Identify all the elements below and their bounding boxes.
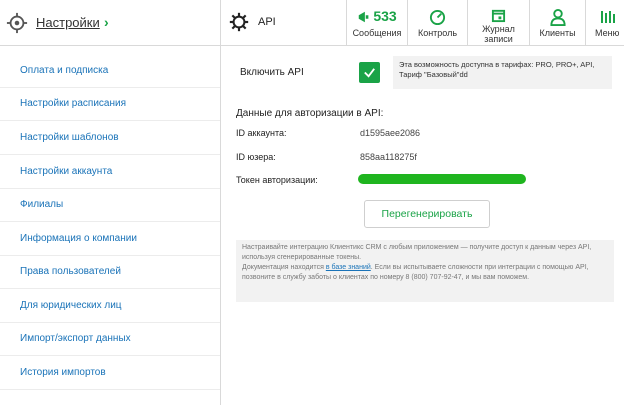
enable-api-checkbox[interactable] bbox=[359, 62, 380, 83]
chevron-right-icon: › bbox=[104, 14, 109, 30]
sidebar-item-legal-entities[interactable]: Для юридических лиц bbox=[0, 290, 220, 323]
nav-menu[interactable]: Меню bbox=[586, 0, 624, 46]
token-label: Токен авторизации: bbox=[236, 175, 318, 185]
sidebar-item-account[interactable]: Настройки аккаунта bbox=[0, 156, 220, 189]
megaphone-icon bbox=[359, 11, 369, 23]
sidebar-item-label[interactable]: Информация о компании bbox=[20, 233, 137, 244]
nav-messages[interactable]: 533 Сообщения bbox=[347, 0, 408, 46]
sidebar-item-templates[interactable]: Настройки шаблонов bbox=[0, 122, 220, 155]
nav-control-label: Контроль bbox=[417, 28, 458, 38]
user-icon bbox=[549, 9, 566, 26]
nav-control[interactable]: Контроль bbox=[408, 0, 468, 46]
sidebar-item-label[interactable]: Настройки расписания bbox=[20, 98, 126, 109]
nav-journal-label-1: Журнал bbox=[482, 24, 515, 34]
sidebar-item-schedule[interactable]: Настройки расписания bbox=[0, 88, 220, 121]
sidebar-item-import-export[interactable]: Импорт/экспорт данных bbox=[0, 323, 220, 356]
sidebar-item-label[interactable]: История импортов bbox=[20, 367, 106, 378]
api-settings-panel: Включить API Эта возможность доступна в … bbox=[222, 46, 624, 405]
info-text-1: Настраивайте интеграцию Клиентикс CRM с … bbox=[242, 244, 592, 261]
user-id-label: ID юзера: bbox=[236, 152, 276, 162]
sidebar-item-label[interactable]: Для юридических лиц bbox=[20, 300, 122, 311]
top-bar: Настройки › API 533 Сообщения Контроль Ж… bbox=[0, 0, 624, 46]
token-value-hidden[interactable] bbox=[358, 174, 526, 184]
availability-note: Эта возможность доступна в тарифах: PRO,… bbox=[393, 56, 612, 89]
sidebar-item-label[interactable]: Импорт/экспорт данных bbox=[20, 333, 131, 344]
sidebar-item-label[interactable]: Оплата и подписка bbox=[20, 65, 108, 76]
settings-sidebar: Оплата и подписка Настройки расписания Н… bbox=[0, 46, 221, 405]
nav-messages-label: Сообщения bbox=[352, 28, 402, 38]
menu-icon bbox=[601, 11, 615, 23]
nav-clients[interactable]: Клиенты bbox=[530, 0, 586, 46]
sidebar-item-branches[interactable]: Филиалы bbox=[0, 189, 220, 222]
sidebar-item-label[interactable]: Филиалы bbox=[20, 199, 63, 210]
enable-api-label: Включить API bbox=[240, 67, 304, 78]
section-title: API bbox=[258, 16, 276, 28]
nav-journal-label-2: записи bbox=[484, 34, 513, 44]
auth-heading: Данные для авторизации в API: bbox=[236, 108, 384, 119]
sidebar-item-payment[interactable]: Оплата и подписка bbox=[0, 55, 220, 88]
info-text-2: Документация находится в базе знаний. Ес… bbox=[242, 263, 608, 283]
regenerate-button[interactable]: Перегенерировать bbox=[364, 200, 490, 228]
user-id-value: 858aa118275f bbox=[360, 152, 417, 162]
nav-menu-label: Меню bbox=[595, 28, 620, 38]
checkmark-icon bbox=[364, 68, 375, 78]
messages-count: 533 bbox=[373, 8, 397, 24]
speedometer-icon bbox=[429, 9, 446, 26]
gear-icon bbox=[6, 12, 28, 34]
knowledge-base-link[interactable]: в базе знаний bbox=[326, 264, 371, 271]
settings-header[interactable]: Настройки › bbox=[0, 0, 221, 46]
sidebar-item-import-history[interactable]: История импортов bbox=[0, 357, 220, 390]
info-box: Настраивайте интеграцию Клиентикс CRM с … bbox=[236, 240, 614, 302]
sidebar-item-company-info[interactable]: Информация о компании bbox=[0, 223, 220, 256]
info-text-2a: Документация находится bbox=[242, 264, 324, 271]
section-header: API bbox=[221, 0, 347, 46]
account-id-label: ID аккаунта: bbox=[236, 128, 287, 138]
nav-journal[interactable]: Журнал записи bbox=[468, 0, 530, 46]
settings-title[interactable]: Настройки bbox=[36, 15, 100, 30]
sidebar-item-label[interactable]: Права пользователей bbox=[20, 266, 121, 277]
nav-clients-label: Клиенты bbox=[539, 28, 576, 38]
account-id-value: d1595aee2086 bbox=[360, 128, 421, 138]
calendar-icon bbox=[491, 9, 506, 23]
sidebar-item-user-rights[interactable]: Права пользователей bbox=[0, 256, 220, 289]
gear-icon bbox=[229, 12, 249, 32]
sidebar-item-label[interactable]: Настройки шаблонов bbox=[20, 132, 119, 143]
sidebar-item-label[interactable]: Настройки аккаунта bbox=[20, 166, 112, 177]
